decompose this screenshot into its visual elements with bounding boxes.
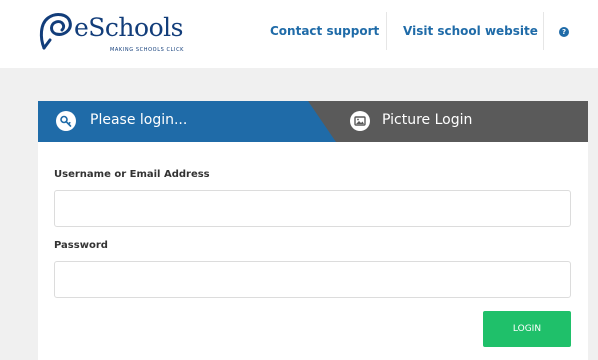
login-page: eSchools MAKING SCHOOLS CLICK Contact su…: [0, 0, 598, 360]
logo-wordmark: eSchools: [74, 13, 183, 42]
tab-picture-login-label: Picture Login: [382, 112, 473, 128]
login-button[interactable]: LOGIN: [483, 311, 571, 347]
tab-please-login[interactable]: Please login...: [38, 101, 336, 142]
visit-school-website-link[interactable]: Visit school website: [403, 24, 538, 38]
password-input[interactable]: [54, 261, 571, 298]
nav-divider: [386, 12, 387, 50]
login-tabs: Picture Login Please login...: [38, 101, 588, 142]
username-label: Username or Email Address: [54, 169, 210, 180]
tab-please-login-label: Please login...: [90, 112, 188, 128]
logo-tagline: MAKING SCHOOLS CLICK: [110, 47, 185, 53]
eschools-logo[interactable]: eSchools MAKING SCHOOLS CLICK: [36, 8, 186, 60]
picture-icon: [350, 111, 370, 131]
username-input[interactable]: [54, 190, 571, 227]
site-header: eSchools MAKING SCHOOLS CLICK Contact su…: [0, 0, 598, 68]
question-icon[interactable]: ?: [559, 27, 569, 37]
nav-divider: [543, 12, 544, 50]
login-card: Picture Login Please login... Username o…: [38, 101, 588, 360]
password-label: Password: [54, 240, 108, 251]
key-icon: [56, 111, 76, 131]
contact-support-link[interactable]: Contact support: [270, 24, 379, 38]
eschools-logo-mark: [39, 13, 72, 50]
